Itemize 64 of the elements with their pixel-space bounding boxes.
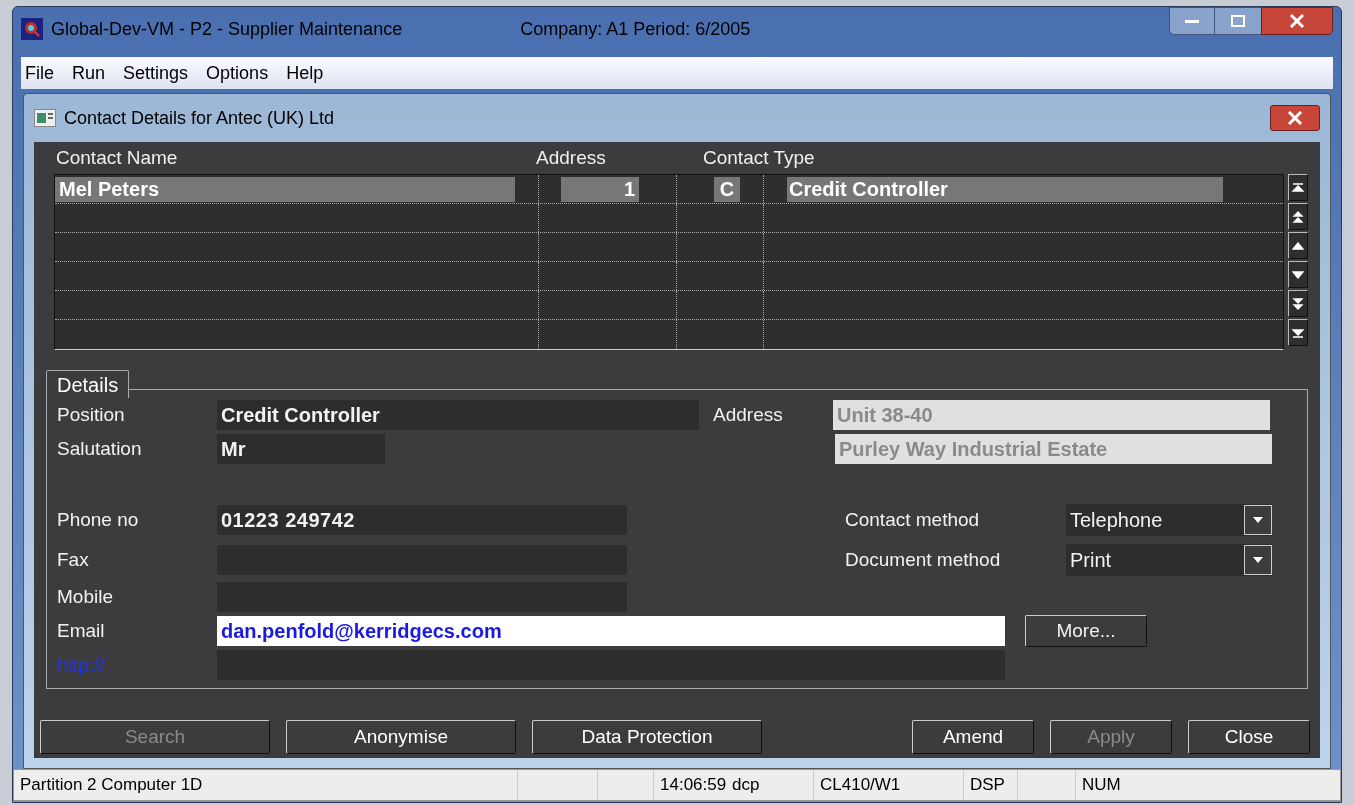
status-text: NUM [1082,774,1121,797]
scroll-down-button[interactable] [1288,261,1308,288]
field-label: Salutation [57,437,142,459]
column-header: Contact Name [56,146,178,168]
scroll-up-button[interactable] [1288,232,1308,259]
menu-item[interactable]: Settings [123,59,189,87]
field-label: Mobile [57,585,113,607]
field-label: Phone no [57,508,139,530]
window-title: Global-Dev-VM - P2 - Supplier Maintenance [51,17,403,41]
menu-item[interactable]: File [25,59,54,87]
table-cell[interactable]: Mel Peters [55,176,515,202]
scroll-page-down-button[interactable] [1288,290,1308,317]
field-label: Address [713,403,783,425]
minimize-button[interactable] [1169,7,1215,35]
status-text: CL410/W1 [820,774,901,797]
dialog-title: Contact Details for Antec (UK) Ltd [64,106,335,130]
column-header: Address [536,146,606,168]
status-text: DSP [970,774,1005,797]
status-text: 14:06:59 [660,774,727,797]
field-label: Document method [845,548,1001,570]
input-field[interactable]: dan.penfold@kerridgecs.com [217,616,1005,646]
dropdown[interactable]: Print [1066,544,1272,576]
scroll-last-button[interactable] [1288,319,1308,346]
field-label: Email [57,619,105,641]
double-down-arrow-icon [1290,296,1306,311]
maximize-icon [1231,15,1245,27]
double-up-arrow-icon [1290,209,1306,224]
input-field[interactable]: Credit Controller [217,400,699,430]
details-tab[interactable]: Details [46,370,130,398]
status-text: Partition 2 Computer 1D [20,774,203,797]
table-cell[interactable]: 1 [561,176,639,202]
dropdown[interactable]: Telephone [1066,504,1272,536]
field-label: Fax [57,548,89,570]
close-button[interactable] [1261,7,1333,35]
field-label: Contact method [845,508,980,530]
app-logo-icon [21,18,43,40]
column-header: Contact Type [703,146,815,168]
read-only-field: Unit 38-40 [833,400,1270,430]
close-icon [1287,111,1303,125]
scroll-first-button[interactable] [1288,174,1308,201]
status-text: dcp [732,774,760,797]
scroll-page-up-button[interactable] [1288,203,1308,230]
field-label: Position [57,403,125,425]
dialog-icon [34,109,56,127]
menu-item[interactable]: Run [72,59,106,87]
dialog-button[interactable]: Data Protection [532,720,762,754]
close-icon [1289,14,1305,28]
dialog-button[interactable]: Anonymise [286,720,516,754]
more-button[interactable]: More... [1025,615,1147,647]
arrow-to-top-icon [1290,180,1306,195]
dialog-close-button[interactable] [1270,105,1320,131]
field-label: http:// [57,653,105,675]
table-cell[interactable]: C [714,176,740,202]
table-cell[interactable]: Credit Controller [787,176,1223,202]
dialog-button[interactable]: Close [1188,720,1310,754]
dialog-button[interactable]: Amend [912,720,1034,754]
input-field[interactable]: Mr [217,434,385,464]
read-only-field: Purley Way Industrial Estate [835,434,1272,464]
menu-item[interactable]: Options [206,59,269,87]
maximize-button[interactable] [1215,7,1261,35]
minimize-icon [1185,18,1199,24]
menu-item[interactable]: Help [286,59,324,87]
input-field[interactable]: 01223 249742 [217,505,627,535]
company-period-label: Company: A1 Period: 6/2005 [520,17,751,41]
